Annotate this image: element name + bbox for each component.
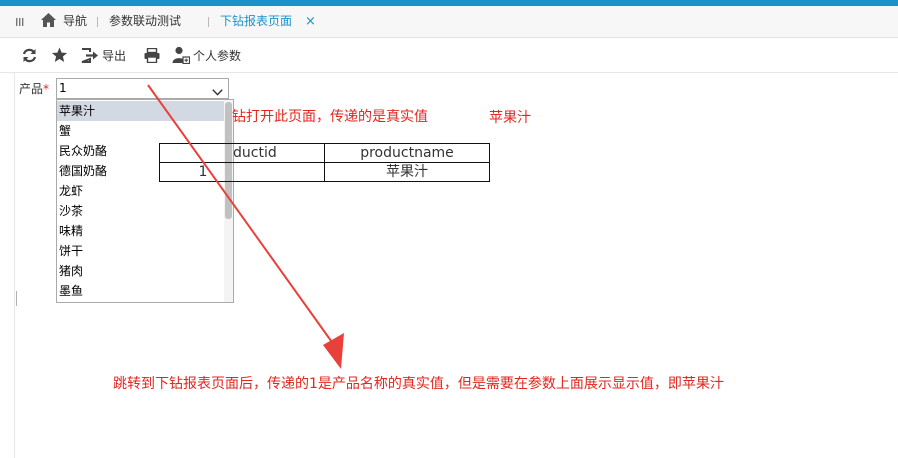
annotation-text: 跳转到下钻报表页面后，传递的1是产品名称的真实值，但是需要在参数上面展示显示值，… [113,376,724,392]
